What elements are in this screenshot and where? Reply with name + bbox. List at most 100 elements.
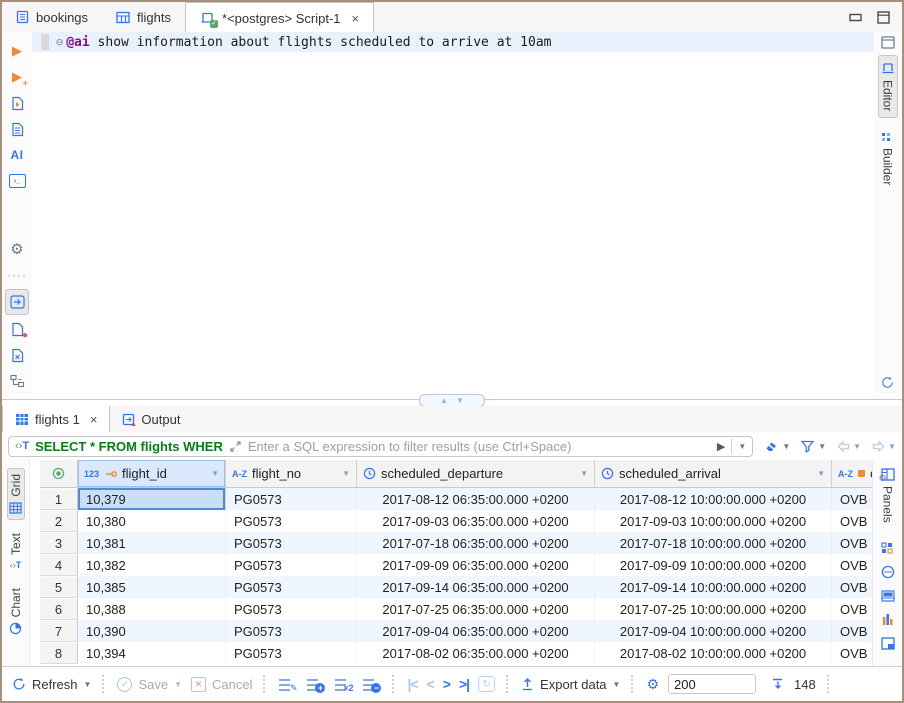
grid-cell-scheduled_departure[interactable]: 2017-09-03 06:35:00.000 +0200	[357, 510, 595, 532]
cancel-button[interactable]: ✕ Cancel	[191, 677, 252, 692]
grid-cell-scheduled_arrival[interactable]: 2017-09-14 10:00:00.000 +0200	[595, 576, 832, 598]
settings-icon[interactable]: ⚙	[6, 237, 28, 261]
grid-cell-c[interactable]: OVB	[832, 642, 872, 664]
grid-cell-flight_id[interactable]: 10,379	[78, 488, 226, 510]
tab-builder[interactable]: Builder	[879, 126, 897, 191]
more-options-icon[interactable]: ····	[6, 263, 28, 287]
column-sort-chevron-icon[interactable]: ▼	[817, 469, 825, 478]
grid-cell-flight_no[interactable]: PG0573	[226, 576, 357, 598]
grid-cell-scheduled_arrival[interactable]: 2017-08-02 10:00:00.000 +0200	[595, 642, 832, 664]
column-header-scheduled_departure[interactable]: scheduled_departure▼	[357, 460, 595, 488]
first-page-icon[interactable]: |<	[407, 676, 417, 692]
sync-icon[interactable]	[880, 375, 895, 390]
row-number[interactable]: 7	[40, 620, 78, 642]
column-sort-chevron-icon[interactable]: ▼	[211, 469, 219, 478]
grid-cell-flight_id[interactable]: 10,382	[78, 554, 226, 576]
terminal-icon[interactable]: ›_	[6, 169, 28, 193]
grid-cell-c[interactable]: OVB	[832, 576, 872, 598]
jump-to-console-icon[interactable]	[5, 289, 29, 315]
run-with-options-icon[interactable]: ▶+	[6, 65, 28, 89]
grid-cell-flight_id[interactable]: 10,385	[78, 576, 226, 598]
filter-history-chevron-icon[interactable]: ▼	[738, 442, 746, 451]
edit-query-icon[interactable]: ‹›T	[15, 440, 29, 452]
no-extension-icon[interactable]	[6, 343, 28, 367]
row-number[interactable]: 2	[40, 510, 78, 532]
grid-cell-c[interactable]: OVB	[832, 620, 872, 642]
previous-page-icon[interactable]: <	[427, 676, 434, 692]
structure-view-icon[interactable]	[6, 369, 28, 393]
grid-cell-flight_no[interactable]: PG0573	[226, 532, 357, 554]
export-data-button[interactable]: Export data ▼	[521, 677, 620, 692]
refresh-button[interactable]: Refresh ▼	[12, 677, 91, 692]
cells-preview-icon[interactable]	[881, 590, 895, 602]
select-all-corner[interactable]	[40, 460, 78, 488]
pivot-table-icon[interactable]	[881, 613, 894, 626]
back-arrow-icon[interactable]: ▼	[836, 440, 861, 453]
file-error-icon[interactable]: ●	[6, 317, 28, 341]
grid-cell-flight_no[interactable]: PG0573	[226, 554, 357, 576]
run-script-icon[interactable]	[6, 91, 28, 115]
grid-cell-flight_no[interactable]: PG0573	[226, 620, 357, 642]
grid-cell-scheduled_departure[interactable]: 2017-08-02 06:35:00.000 +0200	[357, 642, 595, 664]
grid-cell-flight_no[interactable]: PG0573	[226, 642, 357, 664]
sql-editor[interactable]: ⊖ @ai show information about flights sch…	[32, 32, 874, 394]
refresh-chevron-icon[interactable]: ▼	[84, 680, 92, 689]
tab-grid-view[interactable]: Grid	[7, 468, 25, 520]
floating-window-icon[interactable]	[881, 637, 895, 650]
grid-cell-scheduled_departure[interactable]: 2017-07-25 06:35:00.000 +0200	[357, 598, 595, 620]
forward-arrow-icon[interactable]: ▼	[871, 440, 896, 453]
grid-cell-flight_id[interactable]: 10,381	[78, 532, 226, 554]
column-header-flight_id[interactable]: 123flight_id▼	[78, 460, 226, 488]
clear-filter-icon[interactable]: ▼	[763, 439, 790, 453]
layout-icon[interactable]	[881, 36, 895, 49]
tab-bookings[interactable]: bookings	[2, 2, 102, 32]
row-number[interactable]: 1	[40, 488, 78, 510]
page-size-input[interactable]	[668, 674, 756, 694]
grid-cell-scheduled_arrival[interactable]: 2017-07-18 10:00:00.000 +0200	[595, 532, 832, 554]
save-button[interactable]: ✓ Save ▼	[117, 677, 182, 692]
editor-line-1[interactable]: ⊖ @ai show information about flights sch…	[32, 32, 874, 52]
column-header-c[interactable]: A-Zc▼	[832, 460, 872, 488]
minimize-icon[interactable]	[849, 13, 863, 22]
filter-icon[interactable]: ▼	[800, 439, 826, 453]
grid-cell-flight_id[interactable]: 10,390	[78, 620, 226, 642]
grid-cell-scheduled_arrival[interactable]: 2017-09-04 10:00:00.000 +0200	[595, 620, 832, 642]
row-number[interactable]: 5	[40, 576, 78, 598]
reload-page-icon[interactable]: ↻	[478, 676, 495, 692]
close-tab-icon[interactable]: ×	[352, 11, 360, 26]
tab-output[interactable]: ▲ Output	[110, 406, 192, 432]
grid-cell-c[interactable]: OVB	[832, 488, 872, 510]
export-chevron-icon[interactable]: ▼	[613, 680, 621, 689]
grid-cell-flight_no[interactable]: PG0573	[226, 488, 357, 510]
edit-row-icon[interactable]: ✎	[278, 676, 297, 692]
tab-chart-view[interactable]: Chart	[8, 583, 24, 640]
grid-cell-scheduled_arrival[interactable]: 2017-09-09 10:00:00.000 +0200	[595, 554, 832, 576]
grid-settings-icon[interactable]: ⚙	[646, 676, 659, 693]
grid-cell-scheduled_arrival[interactable]: 2017-09-03 10:00:00.000 +0200	[595, 510, 832, 532]
grid-cell-scheduled_departure[interactable]: 2017-08-12 06:35:00.000 +0200	[357, 488, 595, 510]
column-sort-chevron-icon[interactable]: ▼	[342, 469, 350, 478]
editor-results-splitter[interactable]: ▲ ▼	[2, 394, 902, 406]
fold-icon[interactable]: ⊖	[56, 35, 63, 49]
tab-panels[interactable]: ⚙ Panels	[880, 464, 896, 527]
duplicate-row-icon[interactable]: ×2	[334, 676, 353, 692]
row-number[interactable]: 6	[40, 598, 78, 620]
grid-cell-scheduled_departure[interactable]: 2017-09-14 06:35:00.000 +0200	[357, 576, 595, 598]
add-row-icon[interactable]: +	[306, 676, 325, 692]
row-number[interactable]: 4	[40, 554, 78, 576]
grid-cell-flight_no[interactable]: PG0573	[226, 510, 357, 532]
grid-cell-flight_no[interactable]: PG0573	[226, 598, 357, 620]
collapse-up-icon[interactable]: ▲	[440, 397, 448, 405]
row-number[interactable]: 8	[40, 642, 78, 664]
tab-flights-1[interactable]: flights 1 ×	[2, 406, 110, 433]
delete-row-icon[interactable]: −	[362, 676, 381, 692]
maximize-icon[interactable]	[877, 11, 890, 24]
tab-flights[interactable]: flights	[102, 2, 185, 32]
grid-cell-flight_id[interactable]: 10,388	[78, 598, 226, 620]
tab-text-view[interactable]: Text ‹›T	[8, 528, 24, 575]
grid-cell-scheduled_arrival[interactable]: 2017-07-25 10:00:00.000 +0200	[595, 598, 832, 620]
close-tab-icon[interactable]: ×	[90, 412, 98, 427]
grid-cell-flight_id[interactable]: 10,380	[78, 510, 226, 532]
tab-editor[interactable]: Editor	[878, 55, 898, 118]
ai-assistant-icon[interactable]: AI	[6, 143, 28, 167]
